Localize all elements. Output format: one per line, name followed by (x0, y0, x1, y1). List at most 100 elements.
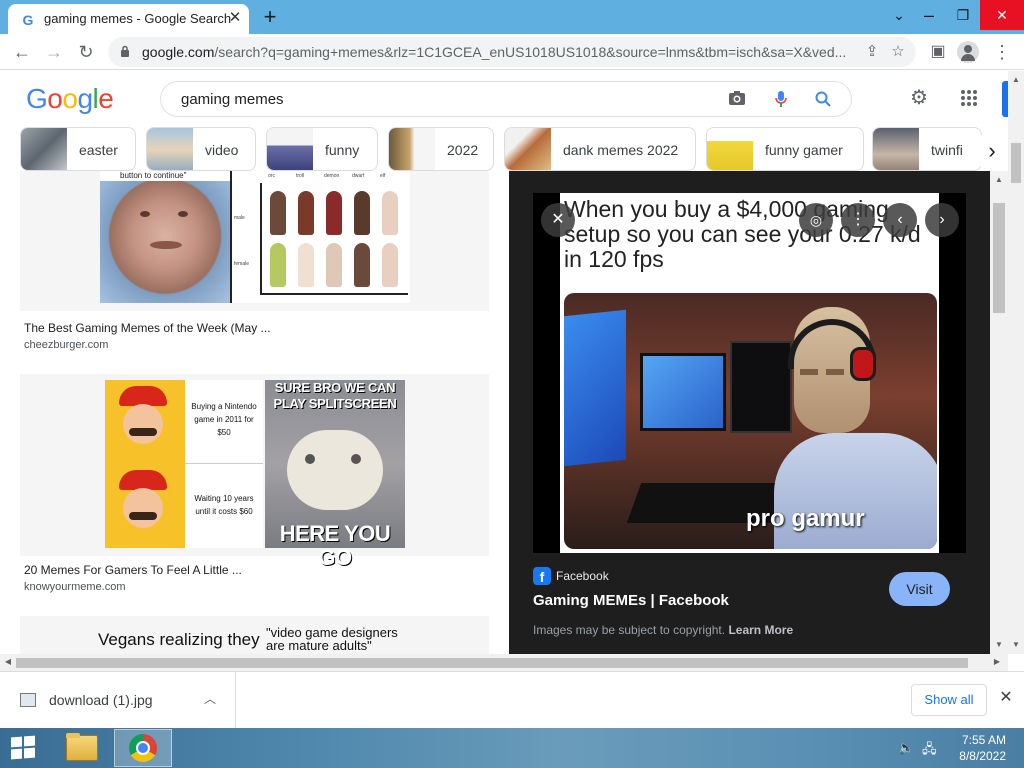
clock-date: 8/8/2022 (959, 749, 1006, 763)
google-logo[interactable]: Google (26, 83, 114, 115)
volume-muted-icon[interactable]: 🔈 (898, 740, 914, 756)
tab-search-chevron-icon[interactable]: ⌄ (882, 0, 916, 30)
character-grid-image: orc troll demon dwarf elf male female (230, 171, 410, 303)
new-tab-icon[interactable]: + (258, 5, 282, 29)
tab-close-icon[interactable]: ✕ (226, 9, 244, 27)
search-inside-image-icon[interactable]: ◎ (799, 203, 833, 237)
chip-thumbnail (389, 128, 435, 170)
result-title-2[interactable]: 20 Memes For Gamers To Feel A Little ... (24, 563, 242, 577)
chip-video[interactable]: video (146, 127, 256, 171)
chrome-menu-icon[interactable]: ⋮ (990, 40, 1014, 64)
grid-header-troll: troll (296, 173, 305, 179)
download-item[interactable]: download (1).jpg ︿ (0, 672, 236, 728)
address-bar[interactable]: google.com/search?q=gaming+memes&rlz=1C1… (108, 37, 916, 67)
scroll-down-arrow-icon[interactable]: ▼ (992, 638, 1006, 652)
image-preview-panel: When you buy a $4,000 gaming setup so yo… (509, 171, 990, 654)
scroll-left-icon[interactable]: ◀ (1, 655, 15, 669)
result-card-3[interactable]: Vegans realizing they "video game design… (20, 616, 489, 654)
meme-text-designers: "video game designers are mature adults" (266, 625, 398, 653)
grid-header-orc: orc (268, 173, 275, 179)
voice-search-icon[interactable] (771, 90, 791, 110)
chip-twinfi[interactable]: twinfi (872, 127, 982, 171)
chip-thumbnail (267, 128, 313, 170)
start-button[interactable] (0, 728, 48, 768)
chip-dank-memes-2022[interactable]: dank memes 2022 (504, 127, 696, 171)
preview-meme: When you buy a $4,000 gaming setup so yo… (560, 193, 939, 553)
download-options-chevron-icon[interactable]: ︿ (204, 690, 216, 707)
camera-search-icon[interactable] (727, 90, 747, 110)
page-scroll-up-icon[interactable]: ▲ (1009, 73, 1023, 87)
horizontal-scroll-thumb[interactable] (16, 658, 968, 668)
chip-easter[interactable]: easter (20, 127, 136, 171)
meme-overlay-text: pro gamur (746, 505, 865, 532)
chip-funny-gamer[interactable]: funny gamer (706, 127, 864, 171)
preview-title[interactable]: Gaming MEMEs | Facebook (533, 592, 729, 609)
grid-character-figure (354, 243, 370, 287)
page-scroll-down-icon[interactable]: ▼ (1009, 638, 1023, 652)
meme-face-image: button to continue" (100, 171, 230, 303)
tab-gaming-memes[interactable]: G gaming memes - Google Search ✕ (8, 4, 249, 34)
reload-icon[interactable]: ↻ (74, 40, 98, 64)
search-box[interactable]: gaming memes (160, 81, 852, 117)
horizontal-scrollbar[interactable]: ◀ ▶ (0, 654, 1008, 671)
result-card-2[interactable]: Buying a Nintendo game in 2011 for $50 W… (20, 374, 489, 570)
grid-character-figure (326, 243, 342, 287)
chip-thumbnail (505, 128, 551, 170)
forward-arrow-icon[interactable]: → (42, 40, 66, 64)
window-close-icon[interactable]: ✕ (980, 0, 1024, 30)
url-text: google.com/search?q=gaming+memes&rlz=1C1… (142, 44, 852, 60)
preview-image[interactable]: When you buy a $4,000 gaming setup so yo… (533, 193, 966, 553)
chip-label: funny (325, 142, 360, 158)
page-scroll-thumb[interactable] (1011, 143, 1021, 183)
chip-label: dank memes 2022 (563, 142, 679, 158)
result-source-2[interactable]: knowyourmeme.com (24, 581, 125, 593)
scroll-up-arrow-icon[interactable]: ▲ (992, 173, 1006, 187)
close-download-shelf-icon[interactable]: ✕ (996, 688, 1016, 708)
show-all-button[interactable]: Show all (911, 684, 987, 716)
clock[interactable]: 7:55 AM 8/8/2022 (959, 732, 1006, 764)
minimize-icon[interactable]: – (912, 0, 946, 30)
close-preview-icon[interactable]: ✕ (541, 203, 575, 237)
next-image-icon[interactable]: › (925, 203, 959, 237)
learn-more-link[interactable]: Learn More (728, 623, 793, 637)
result-card-1[interactable]: button to continue" orc troll demon dwarf el… (20, 171, 489, 311)
search-icon[interactable] (813, 90, 833, 110)
visit-button[interactable]: Visit (889, 572, 950, 606)
grid-character-figure (382, 243, 398, 287)
chip-2022[interactable]: 2022 (388, 127, 494, 171)
clock-time: 7:55 AM (961, 733, 1006, 747)
bookmark-star-icon[interactable]: ☆ (888, 42, 908, 62)
meme-caption: When you buy a $4,000 gaming setup so yo… (564, 196, 921, 272)
meme-text-waiting: Waiting 10 years until it costs $60 (194, 494, 254, 516)
profile-avatar-icon[interactable] (956, 40, 980, 64)
share-icon[interactable]: ⇪ (862, 42, 882, 62)
more-options-icon[interactable]: ⋮ (841, 203, 875, 237)
preview-scroll-thumb[interactable] (993, 203, 1005, 313)
result-source-1[interactable]: cheezburger.com (24, 339, 108, 351)
restore-icon[interactable]: ❐ (946, 0, 980, 30)
copyright-notice: Images may be subject to copyright. Lear… (533, 623, 793, 637)
file-explorer-icon[interactable] (54, 729, 112, 767)
result-title-1[interactable]: The Best Gaming Memes of the Week (May .… (24, 321, 271, 335)
preview-scrollbar[interactable]: ▲ ▼ (990, 171, 1008, 654)
settings-gear-icon[interactable]: ⚙ (906, 85, 932, 111)
chip-label: 2022 (447, 142, 479, 158)
grid-header-demon: demon (324, 173, 340, 179)
page-scrollbar[interactable]: ▲ ▼ (1008, 71, 1024, 654)
grid-character-figure (354, 191, 370, 235)
chrome-taskbar-icon[interactable] (114, 729, 172, 767)
chip-thumbnail (21, 128, 67, 170)
url-host: google.com (142, 44, 215, 60)
google-apps-icon[interactable] (956, 85, 982, 111)
image-file-icon (20, 693, 36, 707)
previous-image-icon[interactable]: ‹ (883, 203, 917, 237)
chip-funny[interactable]: funny (266, 127, 378, 171)
chips-next-chevron-icon[interactable]: › (976, 135, 1008, 167)
back-arrow-icon[interactable]: ← (10, 40, 34, 64)
side-panel-icon[interactable]: ▣ (926, 40, 950, 64)
scroll-right-icon[interactable]: ▶ (990, 655, 1004, 669)
tab-strip: G gaming memes - Google Search ✕ + ⌄ – ❐… (0, 0, 1024, 34)
source-name: Facebook (556, 569, 609, 583)
network-icon[interactable]: 🖧 (922, 740, 937, 762)
grid-character-figure (270, 191, 286, 235)
